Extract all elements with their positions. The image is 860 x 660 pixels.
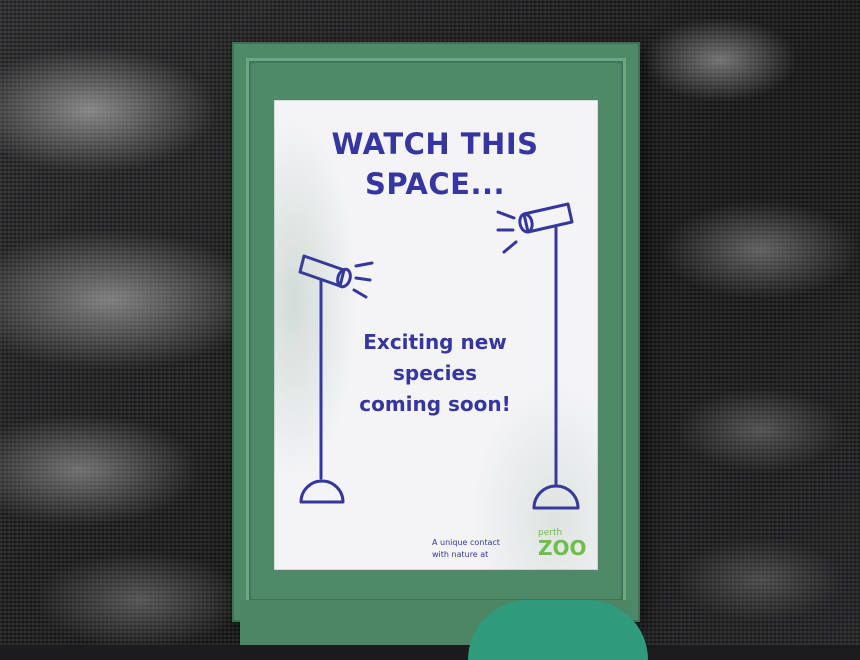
message-line-2: species	[393, 361, 477, 385]
sign-tagline: A unique contact with nature at	[432, 537, 542, 561]
right-light-ray-1	[496, 210, 516, 220]
left-lamp-lens	[336, 267, 352, 289]
logo-big-text: ZOO	[538, 536, 587, 560]
left-light-ray-2	[354, 276, 372, 282]
right-light-ray-3	[502, 240, 518, 254]
title-line-2: SPACE...	[364, 167, 506, 201]
message-line-1: Exciting new	[363, 330, 507, 354]
message-line-3: coming soon!	[359, 392, 511, 416]
title-line-1: WATCH THIS	[331, 127, 539, 161]
tagline-line-1: A unique contact	[432, 538, 500, 547]
perth-zoo-logo: perth ZOO	[538, 528, 598, 568]
sign-title: WATCH THIS SPACE...	[300, 124, 570, 204]
left-light-ray-1	[354, 261, 374, 268]
tagline-line-2: with nature at	[432, 550, 489, 559]
left-lamp-base	[299, 479, 345, 504]
sign-message: Exciting new species coming soon!	[330, 327, 540, 420]
right-lamp-base	[532, 484, 580, 510]
left-light-ray-3	[352, 288, 368, 299]
leaf-graphic	[468, 600, 648, 660]
